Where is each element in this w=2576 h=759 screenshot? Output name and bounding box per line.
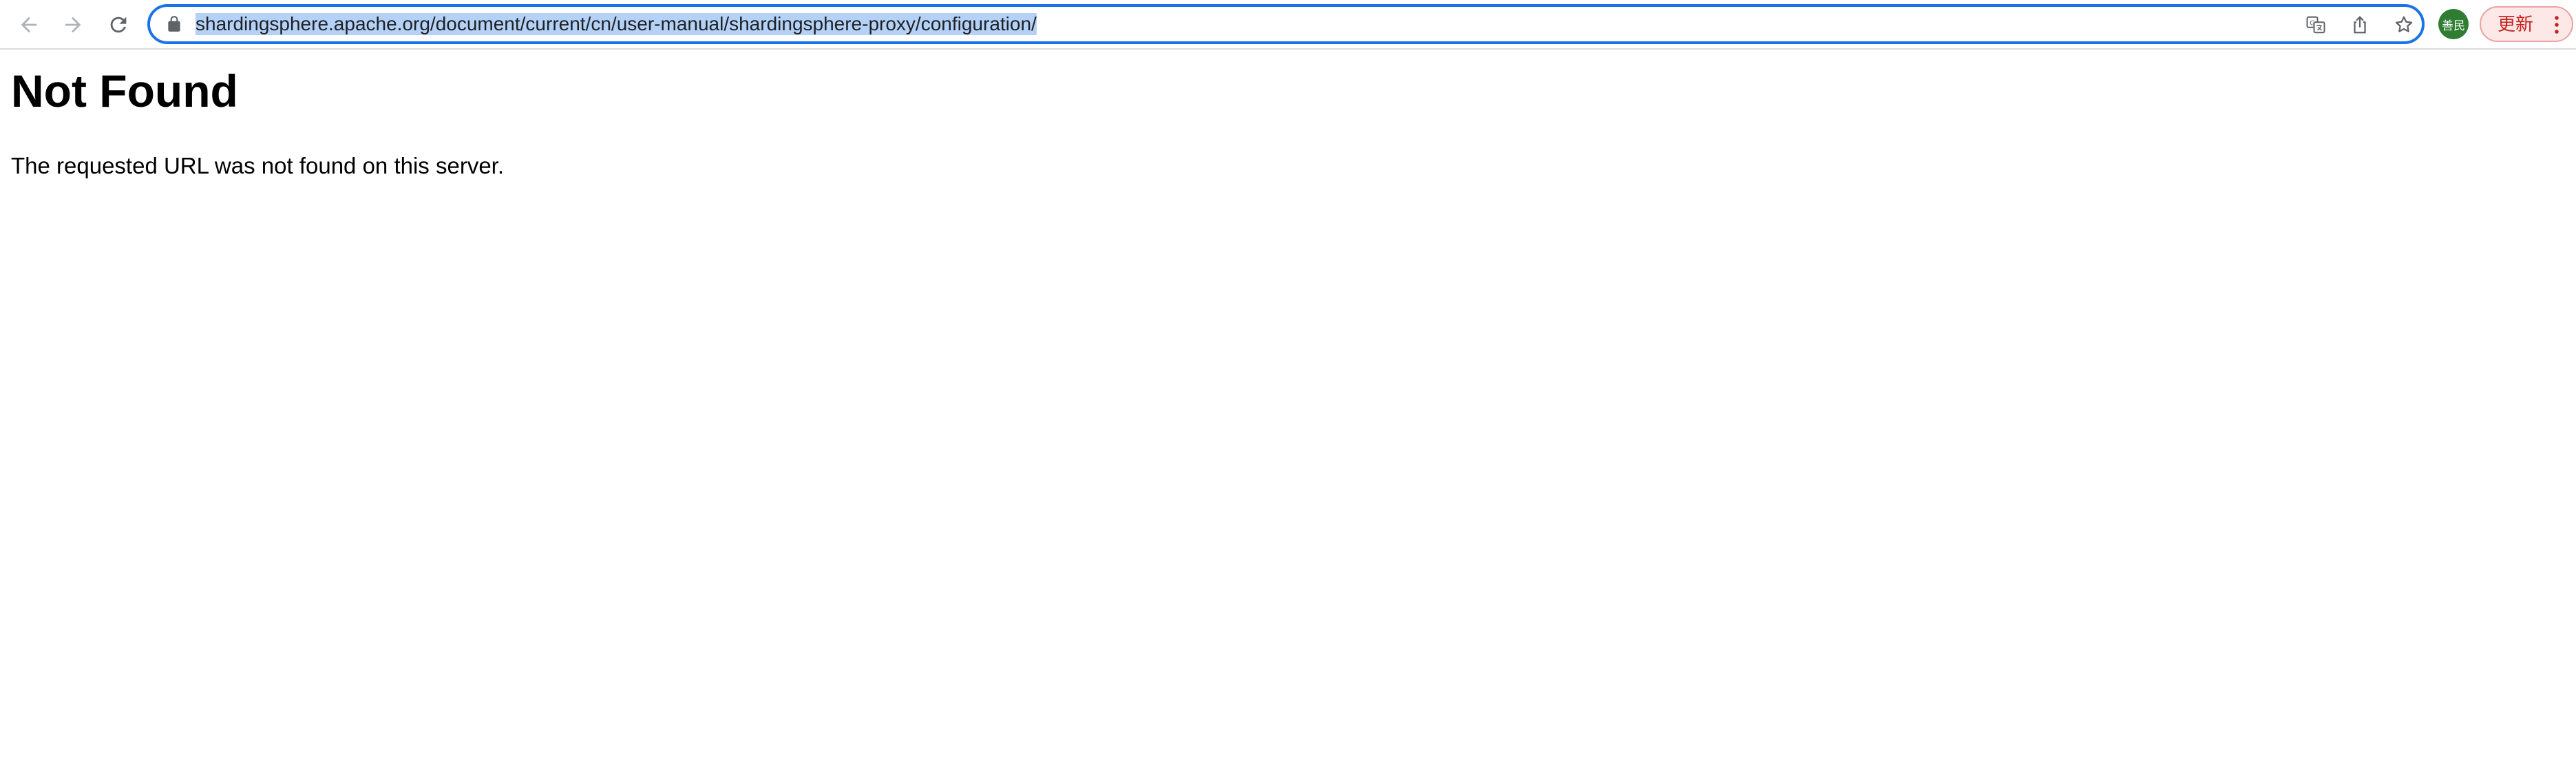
update-button[interactable]: 更新 <box>2480 6 2573 42</box>
back-button[interactable] <box>12 8 45 41</box>
reload-button[interactable] <box>102 8 135 41</box>
forward-button[interactable] <box>56 8 89 41</box>
address-bar[interactable]: shardingsphere.apache.org/document/curre… <box>147 4 2425 44</box>
back-arrow-icon <box>21 17 37 33</box>
browser-toolbar: shardingsphere.apache.org/document/curre… <box>0 0 2576 50</box>
forward-arrow-icon <box>65 17 81 33</box>
profile-avatar[interactable]: 善民 <box>2438 9 2469 39</box>
translate-button[interactable]: G <box>2303 12 2328 37</box>
page-title: Not Found <box>11 65 238 116</box>
lock-icon[interactable] <box>165 15 183 33</box>
update-button-label: 更新 <box>2498 14 2534 35</box>
more-menu-icon[interactable] <box>2553 14 2561 35</box>
url-text[interactable]: shardingsphere.apache.org/document/curre… <box>196 13 1037 35</box>
share-icon <box>2354 16 2366 34</box>
bookmark-button[interactable] <box>2392 12 2416 37</box>
bookmark-star-icon <box>2395 16 2413 32</box>
share-button[interactable] <box>2347 12 2372 37</box>
translate-icon: G <box>2306 16 2325 34</box>
reload-icon <box>110 17 127 33</box>
error-message: The requested URL was not found on this … <box>11 153 505 178</box>
